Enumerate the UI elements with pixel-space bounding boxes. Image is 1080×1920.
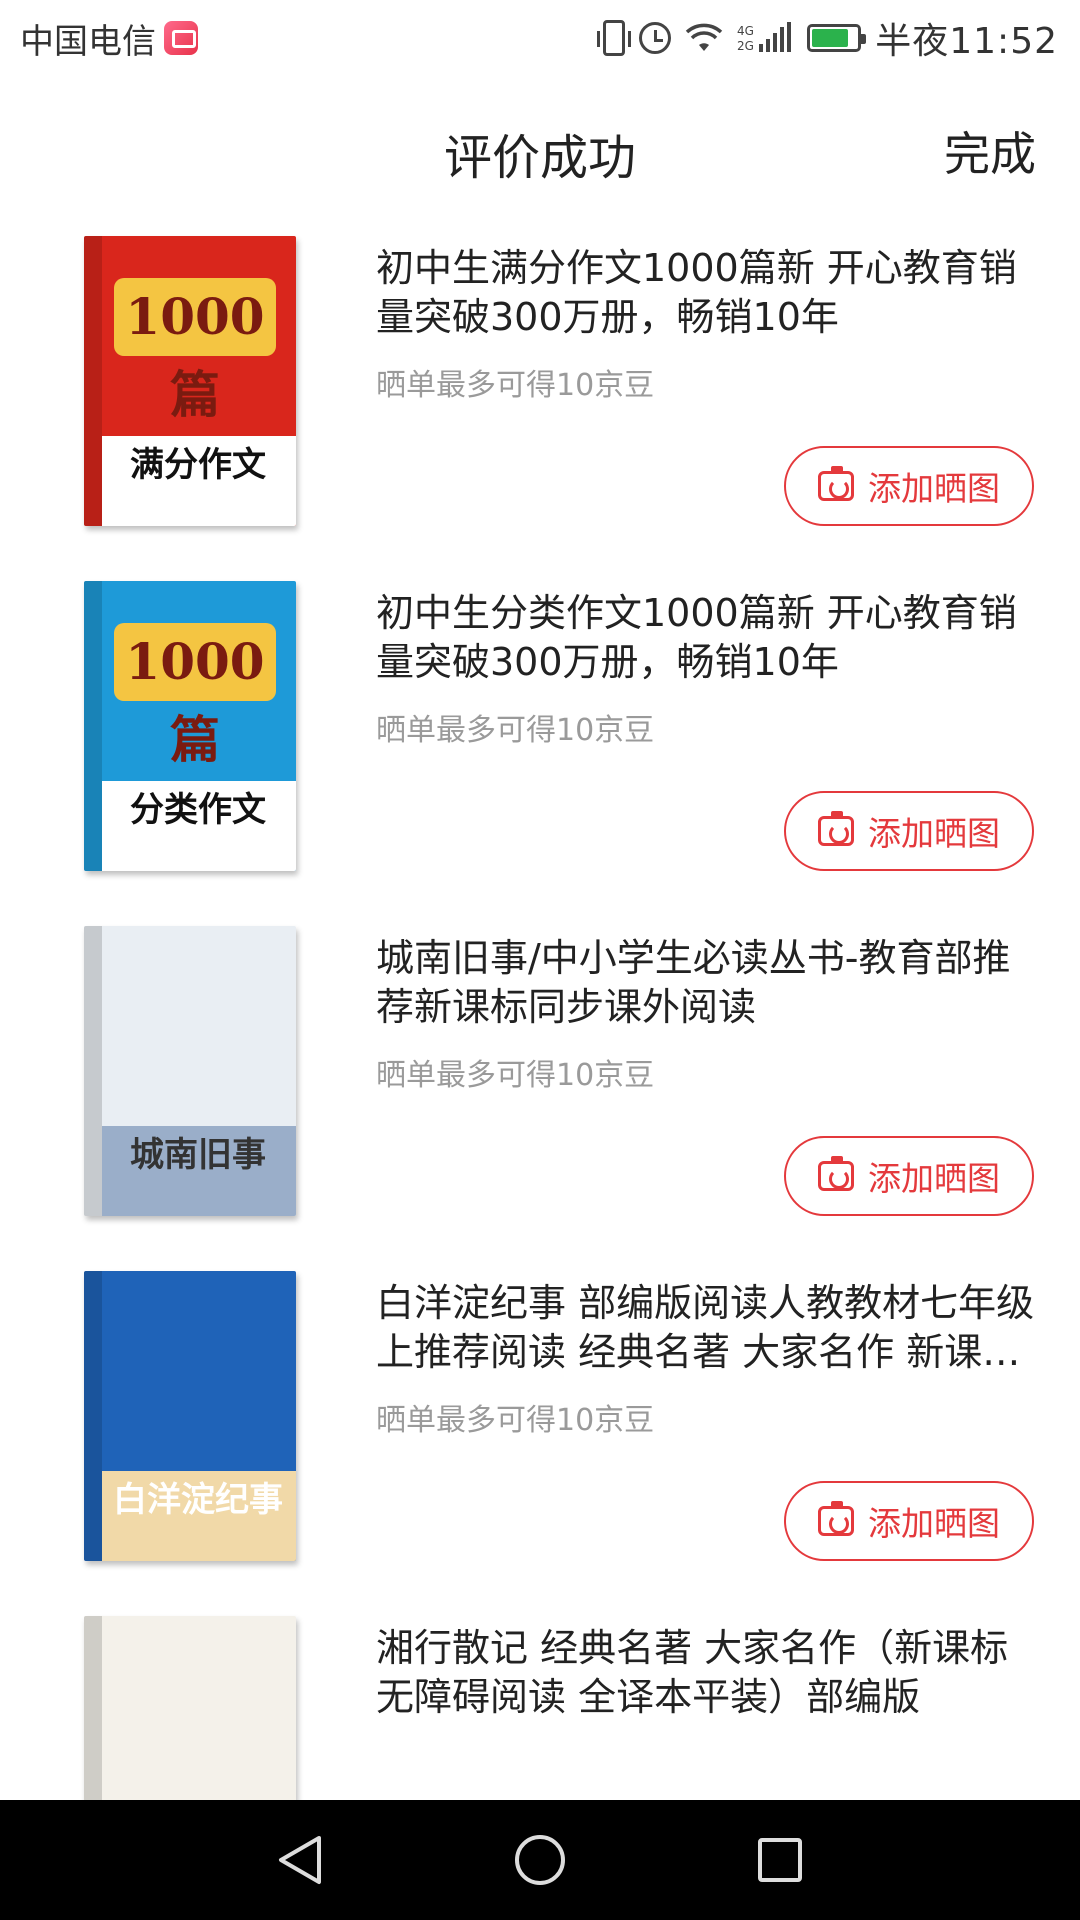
book-cover-image[interactable]: 白洋淀纪事 bbox=[76, 1269, 306, 1569]
product-list: 1000篇 满分作文 初中生满分作文1000篇新 开心教育销量突破300万册，畅… bbox=[0, 210, 1080, 1920]
status-bar: 中国电信 4G 2G 半夜11:52 bbox=[0, 0, 1080, 76]
cover-title: 城南旧事 bbox=[130, 1135, 266, 1175]
cover-spine bbox=[84, 581, 102, 871]
product-title[interactable]: 初中生满分作文1000篇新 开心教育销量突破300万册，畅销10年 bbox=[376, 244, 1036, 342]
product-title[interactable]: 初中生分类作文1000篇新 开心教育销量突破300万册，畅销10年 bbox=[376, 589, 1036, 687]
done-button[interactable]: 完成 bbox=[944, 118, 1036, 184]
book-cover: 白洋淀纪事 bbox=[84, 1271, 296, 1561]
cover-spine bbox=[84, 236, 102, 526]
recents-square-icon bbox=[758, 1838, 802, 1882]
header: 评价成功 完成 bbox=[0, 90, 1080, 200]
camera-icon bbox=[818, 1501, 854, 1536]
book-cover: 1000篇 分类作文 bbox=[84, 581, 296, 871]
product-title[interactable]: 白洋淀纪事 部编版阅读人教教材七年级上推荐阅读 经典名著 大家名作 新课标 无障… bbox=[376, 1279, 1036, 1377]
wifi-icon bbox=[685, 23, 723, 53]
cover-title: 白洋淀纪事 bbox=[113, 1480, 283, 1520]
add-photo-button[interactable]: 添加晒图 bbox=[784, 1136, 1034, 1216]
battery-icon bbox=[807, 24, 867, 52]
back-triangle-icon bbox=[279, 1836, 321, 1884]
add-photo-button[interactable]: 添加晒图 bbox=[784, 1481, 1034, 1561]
carrier-name: 中国电信 bbox=[20, 21, 156, 62]
svg-text:2G: 2G bbox=[737, 39, 754, 53]
home-nav-button[interactable] bbox=[510, 1830, 570, 1890]
home-circle-icon bbox=[515, 1835, 565, 1885]
add-photo-label: 添加晒图 bbox=[868, 469, 1000, 508]
back-nav-button[interactable] bbox=[270, 1830, 330, 1890]
product-item[interactable]: 城南旧事 城南旧事/中小学生必读丛书-教育部推荐新课标同步课外阅读 晒单最多可得… bbox=[0, 900, 1080, 1245]
camera-icon bbox=[818, 466, 854, 501]
book-cover-image[interactable]: 城南旧事 bbox=[76, 924, 306, 1224]
book-cover-image[interactable]: 1000篇 满分作文 bbox=[76, 234, 306, 534]
cover-spine bbox=[84, 1271, 102, 1561]
book-cover: 城南旧事 bbox=[84, 926, 296, 1216]
signal-icon: 4G 2G bbox=[737, 22, 793, 54]
cover-spine bbox=[84, 926, 102, 1216]
cover-title: 分类作文 bbox=[130, 790, 266, 830]
cover-badge: 1000篇 bbox=[114, 278, 276, 424]
bean-reward-hint: 晒单最多可得10京豆 bbox=[376, 713, 655, 748]
alarm-icon bbox=[639, 22, 672, 54]
carrier-app-icon bbox=[164, 21, 198, 55]
cover-badge: 1000篇 bbox=[114, 623, 276, 769]
product-item[interactable]: 1000篇 满分作文 初中生满分作文1000篇新 开心教育销量突破300万册，畅… bbox=[0, 210, 1080, 555]
bean-reward-hint: 晒单最多可得10京豆 bbox=[376, 368, 655, 403]
status-bar-right: 4G 2G 半夜11:52 bbox=[597, 12, 1058, 64]
bean-reward-hint: 晒单最多可得10京豆 bbox=[376, 1058, 655, 1093]
navigation-bar bbox=[0, 1800, 1080, 1920]
add-photo-label: 添加晒图 bbox=[868, 814, 1000, 853]
camera-icon bbox=[818, 1156, 854, 1191]
cover-title: 满分作文 bbox=[130, 445, 266, 485]
add-photo-button[interactable]: 添加晒图 bbox=[784, 791, 1034, 871]
product-title[interactable]: 城南旧事/中小学生必读丛书-教育部推荐新课标同步课外阅读 bbox=[376, 934, 1036, 1032]
book-cover: 1000篇 满分作文 bbox=[84, 236, 296, 526]
product-item[interactable]: 白洋淀纪事 白洋淀纪事 部编版阅读人教教材七年级上推荐阅读 经典名著 大家名作 … bbox=[0, 1245, 1080, 1590]
clock-time: 半夜11:52 bbox=[875, 21, 1058, 62]
add-photo-button[interactable]: 添加晒图 bbox=[784, 446, 1034, 526]
svg-text:4G: 4G bbox=[737, 24, 754, 38]
camera-icon bbox=[818, 811, 854, 846]
product-item[interactable]: 1000篇 分类作文 初中生分类作文1000篇新 开心教育销量突破300万册，畅… bbox=[0, 555, 1080, 900]
bean-reward-hint: 晒单最多可得10京豆 bbox=[376, 1403, 655, 1438]
page-title: 评价成功 bbox=[443, 130, 636, 186]
recents-nav-button[interactable] bbox=[750, 1830, 810, 1890]
product-title[interactable]: 湘行散记 经典名著 大家名作（新课标 无障碍阅读 全译本平装）部编版 bbox=[376, 1624, 1036, 1722]
add-photo-label: 添加晒图 bbox=[868, 1504, 1000, 1543]
vibrate-icon bbox=[597, 20, 632, 56]
status-bar-left: 中国电信 bbox=[20, 14, 198, 63]
add-photo-label: 添加晒图 bbox=[868, 1159, 1000, 1198]
book-cover-image[interactable]: 1000篇 分类作文 bbox=[76, 579, 306, 879]
